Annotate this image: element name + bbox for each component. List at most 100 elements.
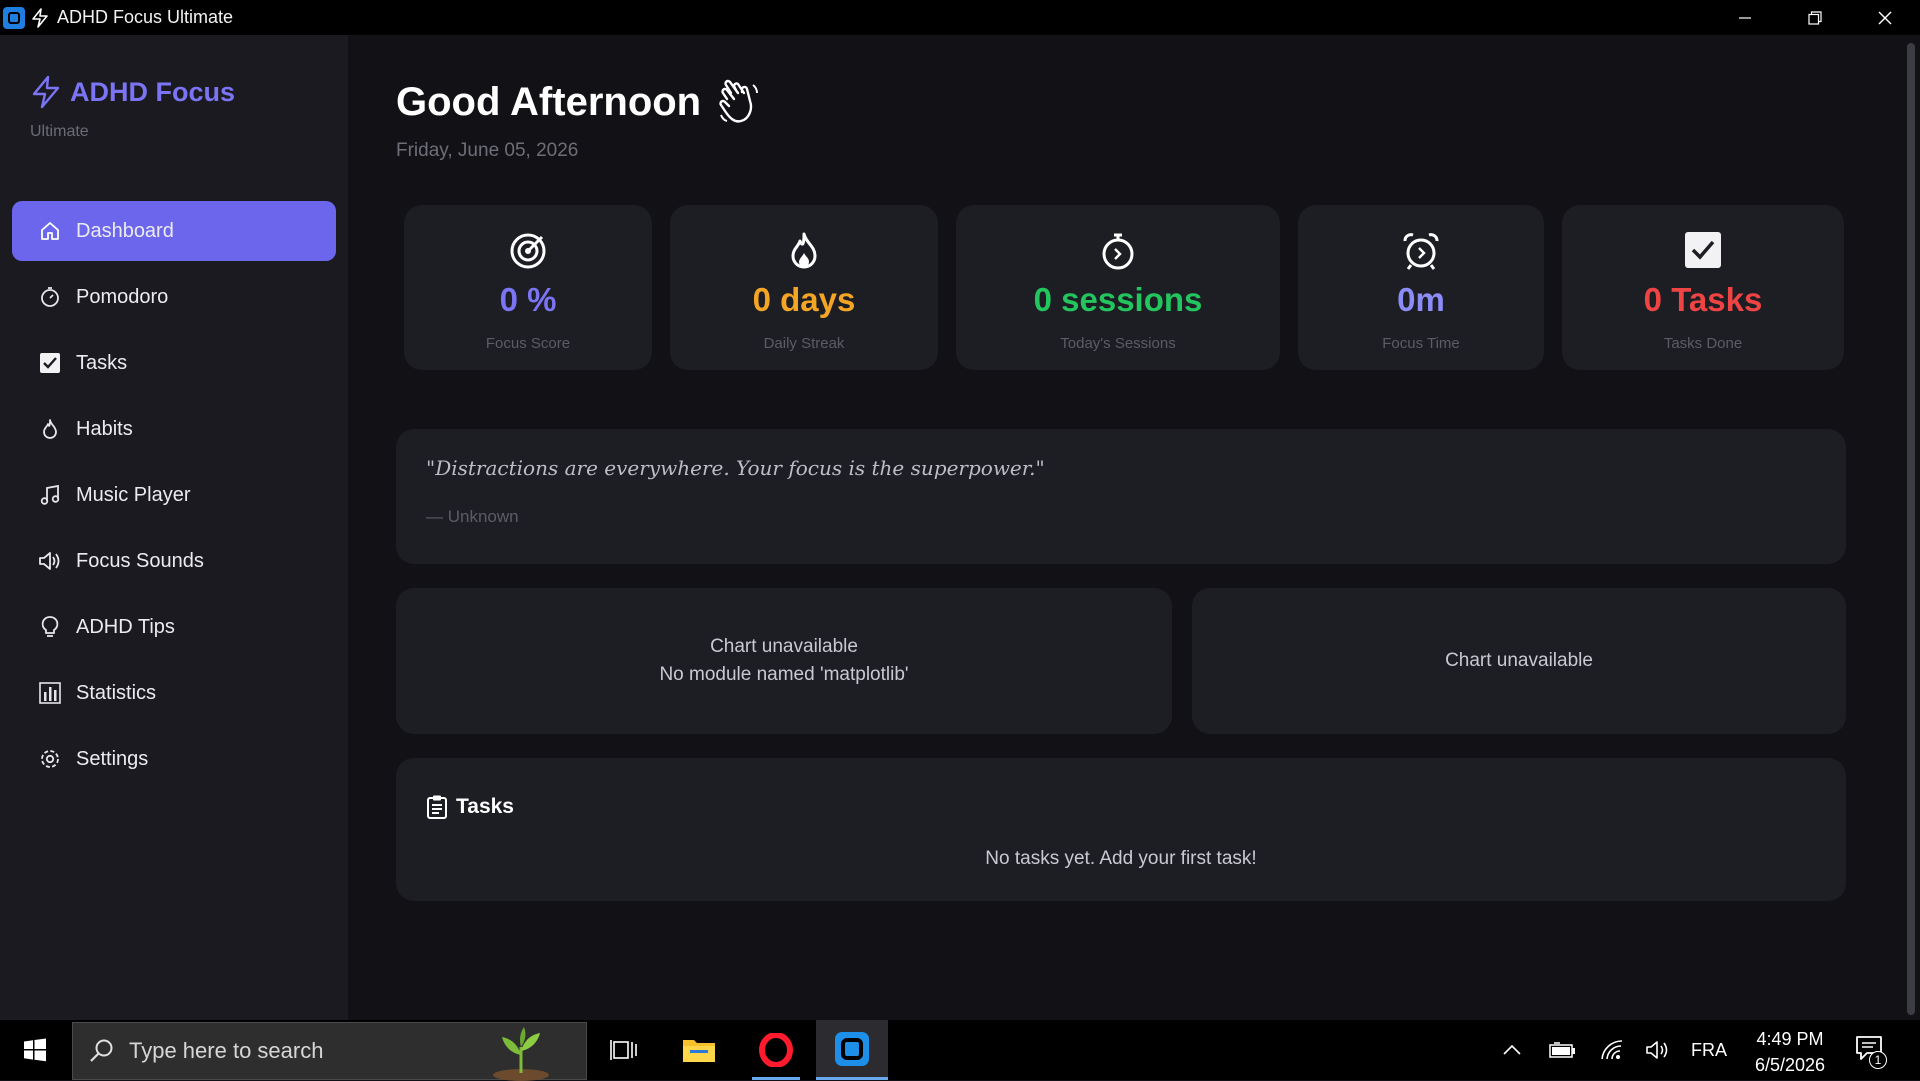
sidebar-item-label: Pomodoro (76, 285, 169, 308)
stat-label: Daily Streak (763, 335, 845, 352)
stat-card-focus-time: 0m Focus Time (1298, 205, 1544, 370)
timer-icon (38, 285, 62, 309)
flame-icon (670, 231, 938, 271)
tasks-header: Tasks (426, 794, 514, 820)
brand-name: ADHD Focus (70, 76, 236, 107)
brand: ADHD Focus (30, 75, 235, 109)
network-status[interactable] (1592, 1020, 1632, 1080)
window-title: ADHD Focus Ultimate (57, 7, 234, 27)
quote-text: "Distractions are everywhere. Your focus… (426, 456, 1045, 480)
search-input[interactable] (129, 1038, 489, 1064)
adhd-focus-taskbar-button[interactable] (816, 1020, 888, 1080)
scrollbar[interactable] (1902, 35, 1920, 1020)
sidebar-item-focus-sounds[interactable]: Focus Sounds (12, 531, 336, 591)
stat-value: 0 % (499, 281, 557, 318)
chevron-up-icon (1502, 1044, 1522, 1056)
stat-value: 0 days (752, 281, 856, 318)
sidebar-item-label: ADHD Tips (76, 615, 175, 638)
stat-value: 0 Tasks (1643, 281, 1763, 318)
search-icon (89, 1038, 115, 1064)
bolt-icon (30, 75, 62, 109)
folder-icon (682, 1036, 716, 1064)
sidebar-item-statistics[interactable]: Statistics (12, 663, 336, 723)
action-center-button[interactable]: 1 (1855, 1034, 1887, 1069)
clipboard-icon (426, 794, 448, 820)
title-bar: ADHD Focus Ultimate (0, 0, 1920, 35)
volume-control[interactable] (1638, 1020, 1678, 1080)
app-icon (3, 6, 25, 29)
sidebar-item-settings[interactable]: Settings (12, 729, 336, 789)
file-explorer-button[interactable] (663, 1020, 735, 1080)
taskbar-search[interactable] (72, 1022, 587, 1081)
wifi-icon (1600, 1039, 1624, 1061)
start-button[interactable] (0, 1020, 70, 1080)
sidebar-item-label: Tasks (76, 351, 128, 374)
sidebar: ADHD Focus Ultimate Dashboard Pomodoro T… (0, 35, 348, 1020)
sidebar-item-label: Music Player (76, 483, 191, 506)
chart-error: No module named 'matplotlib' (659, 664, 909, 685)
taskbar: FRA 4:49 PM 6/5/2026 1 (0, 1020, 1920, 1081)
gear-icon (38, 747, 62, 771)
current-date: Friday, June 05, 2026 (396, 140, 579, 161)
stopwatch-icon (956, 231, 1280, 271)
sidebar-item-habits[interactable]: Habits (12, 399, 336, 459)
system-clock[interactable]: 4:49 PM 6/5/2026 (1740, 1026, 1840, 1078)
stat-label: Today's Sessions (1060, 335, 1176, 352)
sidebar-item-adhd-tips[interactable]: ADHD Tips (12, 597, 336, 657)
restore-button[interactable] (1780, 0, 1850, 35)
minimize-button[interactable] (1710, 0, 1780, 35)
music-note-icon (38, 483, 62, 507)
stat-card-daily-streak: 0 days Daily Streak (670, 205, 938, 370)
stat-value: 0 sessions (1033, 281, 1203, 318)
stat-label: Tasks Done (1663, 335, 1743, 352)
stat-value: 0m (1397, 281, 1445, 318)
task-view-icon (610, 1038, 638, 1062)
speaker-icon (38, 549, 62, 573)
sidebar-item-label: Settings (76, 747, 149, 770)
app-icon (834, 1031, 870, 1067)
stat-card-todays-sessions: 0 sessions Today's Sessions (956, 205, 1280, 370)
sidebar-item-label: Focus Sounds (76, 549, 204, 572)
task-view-button[interactable] (588, 1020, 660, 1080)
tasks-title: Tasks (456, 795, 514, 818)
page-title: Good Afternoon (396, 79, 702, 124)
sidebar-nav: Dashboard Pomodoro Tasks Habits Music Pl… (12, 201, 336, 795)
sidebar-item-label: Habits (76, 417, 133, 440)
input-language[interactable]: FRA (1686, 1020, 1732, 1080)
clock-date: 6/5/2026 (1754, 1055, 1826, 1075)
battery-icon (1548, 1042, 1576, 1058)
stat-card-focus-score: 0 % Focus Score (404, 205, 652, 370)
main-content: Good Afternoon Friday, June 05, 2026 0 %… (348, 35, 1902, 1020)
tasks-card: Tasks No tasks yet. Add your first task! (396, 758, 1846, 901)
sidebar-item-pomodoro[interactable]: Pomodoro (12, 267, 336, 327)
tasks-empty-message: No tasks yet. Add your first task! (985, 848, 1257, 869)
greeting: Good Afternoon (396, 79, 761, 125)
waving-hand-icon (717, 79, 761, 125)
chart-card: Chart unavailable (1192, 588, 1846, 734)
close-button[interactable] (1850, 0, 1920, 35)
sidebar-item-label: Statistics (76, 681, 157, 704)
home-icon (38, 219, 62, 243)
stat-label: Focus Score (485, 335, 571, 352)
lightbulb-icon (38, 615, 62, 639)
show-hidden-icons-button[interactable] (1492, 1020, 1532, 1080)
battery-status[interactable] (1542, 1020, 1582, 1080)
clock-time: 4:49 PM (1756, 1029, 1824, 1049)
flame-icon (38, 417, 62, 441)
check-box-icon (1562, 231, 1844, 271)
scrollbar-thumb[interactable] (1907, 43, 1915, 1015)
quote-author: — Unknown (426, 507, 519, 526)
chart-status: Chart unavailable (1445, 650, 1593, 671)
chart-card: Chart unavailable No module named 'matpl… (396, 588, 1172, 734)
checkbox-icon (38, 351, 62, 375)
brand-subtitle: Ultimate (30, 123, 89, 140)
sidebar-item-label: Dashboard (76, 219, 174, 242)
opera-browser-button[interactable] (740, 1020, 812, 1080)
notification-count-badge: 1 (1869, 1051, 1887, 1069)
alarm-clock-icon (1298, 231, 1544, 271)
sidebar-item-tasks[interactable]: Tasks (12, 333, 336, 393)
bolt-icon (31, 7, 49, 28)
chart-status: Chart unavailable (710, 636, 858, 657)
sidebar-item-music-player[interactable]: Music Player (12, 465, 336, 525)
sidebar-item-dashboard[interactable]: Dashboard (12, 201, 336, 261)
